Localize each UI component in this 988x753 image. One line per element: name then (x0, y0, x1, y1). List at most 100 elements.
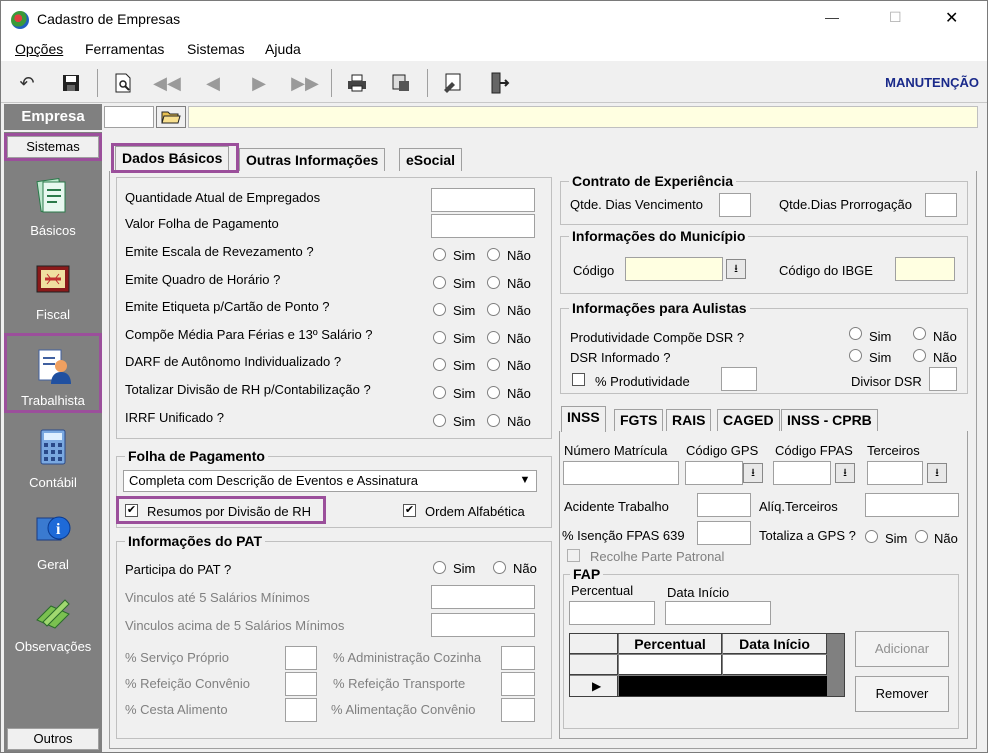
remove-button[interactable]: Remover (855, 676, 949, 712)
fap-percentual-input[interactable] (569, 601, 655, 625)
radio-nao[interactable] (487, 303, 500, 316)
radio-nao[interactable] (913, 327, 926, 340)
minimize-button[interactable]: — (825, 9, 839, 25)
pat-refeicao-convenio-label: % Refeição Convênio (125, 676, 251, 691)
produtividade-input[interactable] (721, 367, 757, 391)
pat-alimentacao-convenio-input[interactable] (501, 698, 535, 722)
municipio-dropdown-icon[interactable]: ⭳ (726, 259, 746, 279)
fap-data-input[interactable] (665, 601, 771, 625)
terceiros-dropdown-icon[interactable]: ⭳ (927, 463, 947, 483)
menu-ajuda[interactable]: Ajuda (265, 41, 301, 57)
exit-icon[interactable] (485, 71, 513, 95)
radio-sim[interactable] (433, 248, 446, 261)
preview-icon[interactable] (109, 71, 137, 95)
report-icon[interactable] (387, 71, 415, 95)
radio-sim[interactable] (433, 276, 446, 289)
radio-nao[interactable] (487, 414, 500, 427)
menu-opcoes[interactable]: Opções (15, 41, 63, 57)
pat-acima5-input[interactable] (431, 613, 535, 637)
tab-outras-informacoes[interactable]: Outras Informações (239, 148, 386, 172)
add-button[interactable]: Adicionar (855, 631, 949, 667)
nav-footer-outros[interactable]: Outros (7, 728, 99, 750)
grid-header-data-inicio[interactable]: Data Início (723, 634, 827, 654)
grid-header-percentual[interactable]: Percentual (619, 634, 722, 654)
toolbar-separator (427, 69, 428, 97)
radio-nao[interactable] (487, 248, 500, 261)
radio-sim[interactable] (865, 530, 878, 543)
pat-cesta-alimento-input[interactable] (285, 698, 317, 722)
nav-item-fiscal[interactable]: Fiscal (4, 260, 102, 322)
radio-sim[interactable] (433, 303, 446, 316)
numero-matricula-input[interactable] (563, 461, 679, 485)
codigo-fpas-dropdown-icon[interactable]: ⭳ (835, 463, 855, 483)
tab-inss-cprb[interactable]: INSS - CPRB (781, 409, 878, 431)
ordem-checkbox[interactable]: ✔ (403, 504, 416, 517)
radio-nao[interactable] (915, 530, 928, 543)
previous-record-icon[interactable]: ◀ (199, 71, 227, 95)
next-record-icon[interactable]: ▶ (245, 71, 273, 95)
grid-cell[interactable] (619, 655, 722, 675)
pat-refeicao-convenio-input[interactable] (285, 672, 317, 696)
tab-fgts[interactable]: FGTS (614, 409, 664, 431)
radio-sim[interactable] (433, 331, 446, 344)
grid-selected-row[interactable] (619, 676, 827, 696)
aliq-terceiros-input[interactable] (865, 493, 959, 517)
first-record-icon[interactable]: ◀◀ (153, 71, 181, 95)
pat-refeicao-transporte-input[interactable] (501, 672, 535, 696)
print-icon[interactable] (343, 71, 371, 95)
maximize-button[interactable]: ☐ (889, 9, 902, 26)
tab-inss[interactable]: INSS (561, 406, 606, 432)
close-button[interactable]: ✕ (945, 8, 958, 28)
radio-nao[interactable] (493, 561, 506, 574)
fap-grid[interactable]: Percentual Data Início ▶ (569, 633, 845, 697)
radio-sim-label: Sim (453, 303, 476, 318)
recolhe-patronal-checkbox[interactable] (567, 549, 580, 562)
tab-esocial[interactable]: eSocial (399, 148, 463, 172)
isencao-fpas-input[interactable] (697, 521, 751, 545)
acidente-trabalho-input[interactable] (697, 493, 751, 517)
radio-nao[interactable] (487, 358, 500, 371)
save-icon[interactable] (57, 71, 85, 95)
open-folder-icon[interactable] (156, 106, 186, 128)
pat-adm-cozinha-input[interactable] (501, 646, 535, 670)
radio-sim[interactable] (849, 327, 862, 340)
radio-sim[interactable] (433, 386, 446, 399)
empresa-code-input[interactable] (104, 106, 154, 128)
codigo-fpas-input[interactable] (773, 461, 831, 485)
last-record-icon[interactable]: ▶▶ (291, 71, 319, 95)
tab-rais[interactable]: RAIS (666, 409, 712, 431)
nav-item-basicos[interactable]: Básicos (4, 176, 102, 238)
municipio-codigo-input[interactable] (625, 257, 723, 281)
menu-ferramentas[interactable]: Ferramentas (85, 41, 164, 57)
codigo-gps-dropdown-icon[interactable]: ⭳ (743, 463, 763, 483)
terceiros-input[interactable] (867, 461, 923, 485)
folha-select[interactable]: Completa com Descrição de Eventos e Assi… (123, 470, 537, 492)
pat-ate5-input[interactable] (431, 585, 535, 609)
tools-icon[interactable] (439, 71, 467, 95)
radio-sim[interactable] (433, 561, 446, 574)
chevron-down-icon[interactable]: ▼ (515, 471, 535, 491)
grid-cell[interactable] (723, 655, 827, 675)
tab-caged[interactable]: CAGED (717, 409, 780, 431)
radio-nao[interactable] (487, 331, 500, 344)
radio-sim[interactable] (849, 349, 862, 362)
nav-item-contabil[interactable]: Contábil (4, 428, 102, 490)
codigo-gps-input[interactable] (685, 461, 743, 485)
radio-nao[interactable] (913, 349, 926, 362)
contrato-venc-input[interactable] (719, 193, 751, 217)
produtividade-checkbox[interactable] (572, 373, 585, 386)
pat-servico-proprio-input[interactable] (285, 646, 317, 670)
divisor-dsr-input[interactable] (929, 367, 957, 391)
ibge-input[interactable] (895, 257, 955, 281)
nav-item-geral[interactable]: i Geral (4, 510, 102, 572)
radio-nao[interactable] (487, 276, 500, 289)
undo-icon[interactable]: ↶ (13, 71, 41, 95)
radio-nao[interactable] (487, 386, 500, 399)
contrato-prorr-input[interactable] (925, 193, 957, 217)
nav-item-observacoes[interactable]: Observações (4, 594, 102, 654)
menu-sistemas[interactable]: Sistemas (187, 41, 245, 57)
radio-sim[interactable] (433, 358, 446, 371)
radio-sim[interactable] (433, 414, 446, 427)
valor-folha-input[interactable] (431, 214, 535, 238)
qtd-empregados-input[interactable] (431, 188, 535, 212)
